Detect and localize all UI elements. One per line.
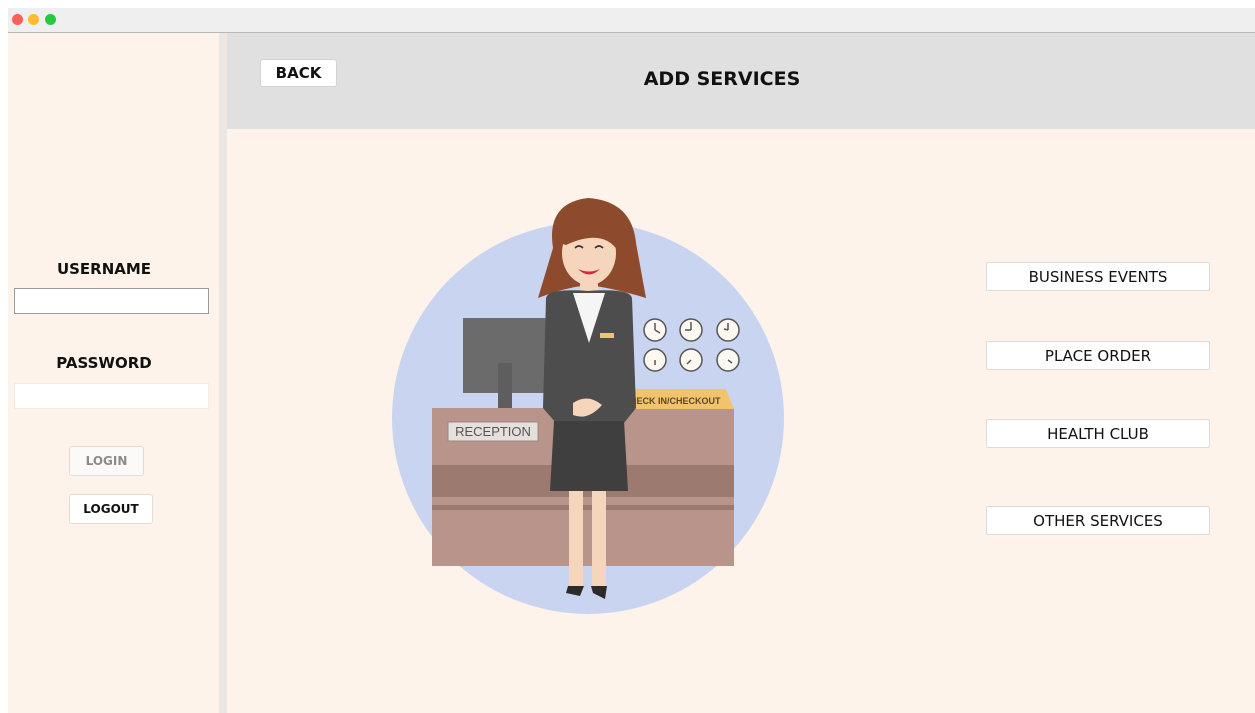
reception-sign-text: RECEPTION [455, 424, 531, 439]
login-sidebar: USERNAME PASSWORD LOGIN LOGOUT [8, 33, 227, 713]
close-window-icon[interactable] [12, 14, 23, 25]
page-title: ADD SERVICES [643, 68, 801, 90]
password-label: PASSWORD [56, 354, 152, 372]
password-field[interactable] [14, 383, 209, 409]
business-events-button[interactable]: BUSINESS EVENTS [986, 262, 1210, 291]
logout-button[interactable]: LOGOUT [69, 494, 153, 524]
checkin-sign-text: CHECK IN/CHECKOUT [623, 396, 721, 406]
health-club-button[interactable]: HEALTH CLUB [986, 419, 1210, 448]
other-services-button[interactable]: OTHER SERVICES [986, 506, 1210, 535]
app-window: USERNAME PASSWORD LOGIN LOGOUT BACK ADD … [8, 8, 1255, 713]
window-titlebar [8, 8, 1255, 33]
reception-illustration: RECEPTION CHECK IN/CHECKOUT [392, 198, 784, 614]
maximize-window-icon[interactable] [45, 14, 56, 25]
username-label: USERNAME [56, 260, 152, 278]
login-button[interactable]: LOGIN [69, 446, 144, 476]
username-field[interactable] [14, 288, 209, 314]
place-order-button[interactable]: PLACE ORDER [986, 341, 1210, 370]
minimize-window-icon[interactable] [28, 14, 39, 25]
page-header: BACK ADD SERVICES [227, 33, 1255, 129]
